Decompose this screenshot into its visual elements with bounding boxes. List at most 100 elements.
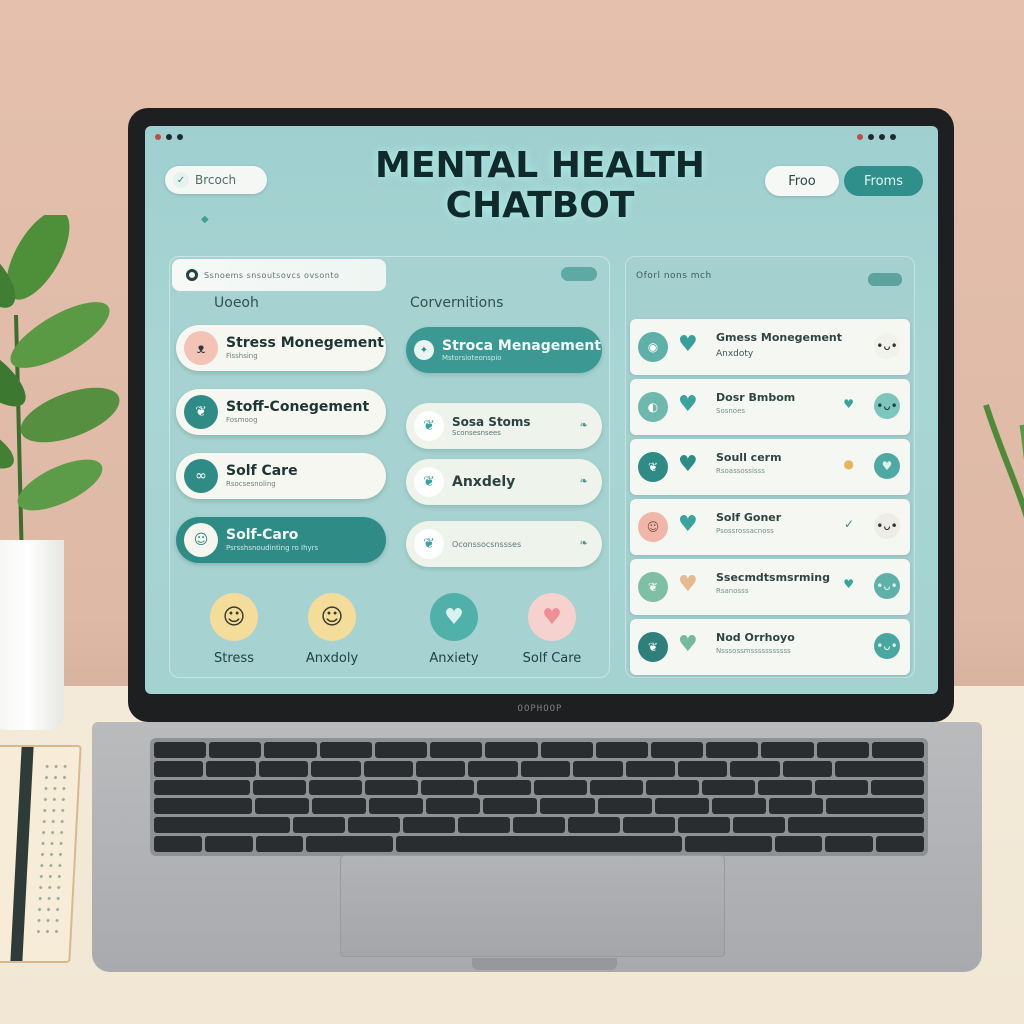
history-row[interactable]: ❦ ♥ Ssecmdtsmsrming Rsanosss ♥ •ᴗ• xyxy=(630,559,910,615)
chat-icon: ✦ xyxy=(414,340,434,360)
trackpad xyxy=(340,855,725,957)
heart-icon: ♥ xyxy=(678,332,698,357)
face-icon: •ᴗ• xyxy=(874,513,900,539)
status-dot xyxy=(879,134,885,140)
history-row[interactable]: ☺ ♥ Solf Goner Psossrossacnoss ✓ •ᴗ• xyxy=(630,499,910,555)
keyboard xyxy=(150,738,928,856)
leaf-icon: ❦ xyxy=(638,572,668,602)
topic-item-stress-management[interactable]: ᴥ Stress Monegement Fisshsing xyxy=(176,325,386,371)
conversation-item-sosa-stoms[interactable]: ❦ Sosa Stoms Sconsesnsees ❧ xyxy=(406,403,602,449)
check-chevron-icon: ✓ xyxy=(173,172,189,188)
notebook xyxy=(0,745,82,963)
history-row[interactable]: ❦ ♥ Nod Orrhoyo Nsssossmsssssssssss •ᴗ• xyxy=(630,619,910,675)
leaf-icon: ❦ xyxy=(638,632,668,662)
history-title: Nod Orrhoyo xyxy=(716,631,795,644)
heart-icon: ♥ xyxy=(678,572,698,597)
search-label: Brcoch xyxy=(195,173,237,187)
conversation-subtitle: Mstorsioteonspio xyxy=(442,354,502,362)
history-row[interactable]: ◉ ♥ Gmess Monegement Anxdoty •ᴗ• xyxy=(630,319,910,375)
title-line-2: CHATBOT xyxy=(445,185,635,226)
face-icon: ☺ xyxy=(638,512,668,542)
conversation-item-stress-management[interactable]: ✦ Stroca Menagement Mstorsioteonspio xyxy=(406,327,602,373)
history-subtitle: Rsoassossisss xyxy=(716,467,765,475)
check-icon: ✓ xyxy=(843,517,854,531)
conversation-subtitle: Oconssocsnssses xyxy=(452,539,522,549)
history-subtitle: Nsssossmsssssssssss xyxy=(716,647,791,655)
conversation-subtitle: Sconsesnsees xyxy=(452,429,501,437)
heart-small-icon: ♥ xyxy=(843,577,854,591)
status-dot xyxy=(868,134,874,140)
history-subtitle: Sosnoes xyxy=(716,407,746,415)
smile-icon[interactable]: ☺ xyxy=(210,593,258,641)
conversations-panel: Ssnoems snsoutsovcs ovsonto Uoeoh Corver… xyxy=(169,256,610,678)
face-icon: ☺ xyxy=(184,523,218,557)
topic-title: Solf Care xyxy=(226,463,298,479)
smile-icon[interactable]: ☺ xyxy=(308,593,356,641)
panel-toggle[interactable] xyxy=(561,267,597,281)
header-light-button[interactable]: Froo xyxy=(765,166,839,196)
heart-small-icon: ♥ xyxy=(843,397,854,411)
history-row[interactable]: ❦ ♥ Soull cerm Rsoassossisss ● ♥ xyxy=(630,439,910,495)
laptop-brand: OOPHOOP xyxy=(517,704,563,714)
topic-item-self-care-active[interactable]: ☺ Solf-Caro Psrsshsnoudinting ro Ihyrs xyxy=(176,517,386,563)
sparkle-small-icon: ● xyxy=(843,457,854,471)
search-button[interactable]: ✓ Brcoch xyxy=(165,166,267,194)
history-toggle[interactable] xyxy=(868,273,902,286)
history-title: Gmess Monegement xyxy=(716,331,843,344)
conversation-title: Stroca Menagement xyxy=(442,338,602,354)
topic-item-self-management[interactable]: ❦ Stoff-Conegement Fosmoog xyxy=(176,389,386,435)
mood-label: Stress xyxy=(214,651,254,666)
topic-title: Solf-Caro xyxy=(226,527,299,543)
leaf-icon: ❦ xyxy=(414,529,444,559)
close-dot[interactable] xyxy=(155,134,161,140)
topic-subtitle: Rsocsesnoling xyxy=(226,480,276,488)
sparkle-icon: ◆ xyxy=(201,214,209,225)
topic-subtitle: Fosmoog xyxy=(226,416,258,424)
minimize-dot[interactable] xyxy=(166,134,172,140)
heart-icon: ♥ xyxy=(678,452,698,477)
history-heading: Oforl nons mch xyxy=(636,271,712,281)
conversation-item-anxiety[interactable]: ❦ Anxdely ❧ xyxy=(406,459,602,505)
leaf-icon: ❦ xyxy=(638,452,668,482)
plant-right-illustration xyxy=(983,404,1024,518)
history-row[interactable]: ◐ ♥ Dosr Bmbom Sosnoes ♥ •ᴗ• xyxy=(630,379,910,435)
topic-item-self-care[interactable]: ∞ Solf Care Rsocsesnoling xyxy=(176,453,386,499)
heart-badge-icon: ♥ xyxy=(874,453,900,479)
window-controls-right xyxy=(857,134,896,140)
infinity-icon: ∞ xyxy=(184,459,218,493)
plant-pot xyxy=(0,540,64,730)
panel-search-placeholder: Ssnoems snsoutsovcs ovsonto xyxy=(204,270,340,280)
leaf-icon: ❦ xyxy=(184,395,218,429)
lid-notch xyxy=(472,958,617,970)
conversation-item-blank[interactable]: ❦ Oconssocsnssses ❧ xyxy=(406,521,602,567)
avatar-icon: ◉ xyxy=(638,332,668,362)
history-title: Ssecmdtsmsrming xyxy=(716,571,830,584)
maximize-dot[interactable] xyxy=(177,134,183,140)
column-heading-search: Uoeoh xyxy=(214,295,259,311)
leaf-small-icon: ❧ xyxy=(579,476,588,487)
window-controls-left xyxy=(155,134,183,140)
history-subtitle: Rsanosss xyxy=(716,587,749,595)
header-dark-button[interactable]: Froms xyxy=(844,166,923,196)
conversation-title: Anxdely xyxy=(452,474,516,490)
page-title: MENTAL HEALTH CHATBOT xyxy=(320,146,760,226)
history-subtitle: Anxdoty xyxy=(716,349,754,359)
mood-label: Solf Care xyxy=(522,651,582,666)
face-icon: •ᴗ• xyxy=(874,333,900,359)
history-subtitle: Psossrossacnoss xyxy=(716,527,774,535)
topic-subtitle: Psrsshsnoudinting ro Ihyrs xyxy=(226,544,319,552)
leaf-small-icon: ❧ xyxy=(579,420,588,431)
leaf-icon: ❦ xyxy=(414,411,444,441)
heart-icon: ♥ xyxy=(678,512,698,537)
face-icon: •ᴗ• xyxy=(874,573,900,599)
topic-title: Stress Monegement xyxy=(226,335,384,351)
leaf-small-icon: ❧ xyxy=(579,538,588,549)
history-panel: Oforl nons mch ◉ ♥ Gmess Monegement Anxd… xyxy=(625,256,915,678)
panel-search-input[interactable]: Ssnoems snsoutsovcs ovsonto xyxy=(172,259,386,291)
mood-label: Anxiety xyxy=(429,651,479,666)
history-title: Dosr Bmbom xyxy=(716,391,796,404)
heart-icon[interactable]: ♥ xyxy=(430,593,478,641)
history-title: Soull cerm xyxy=(716,451,782,464)
heart-icon[interactable]: ♥ xyxy=(528,593,576,641)
leaf-icon: ❦ xyxy=(414,467,444,497)
